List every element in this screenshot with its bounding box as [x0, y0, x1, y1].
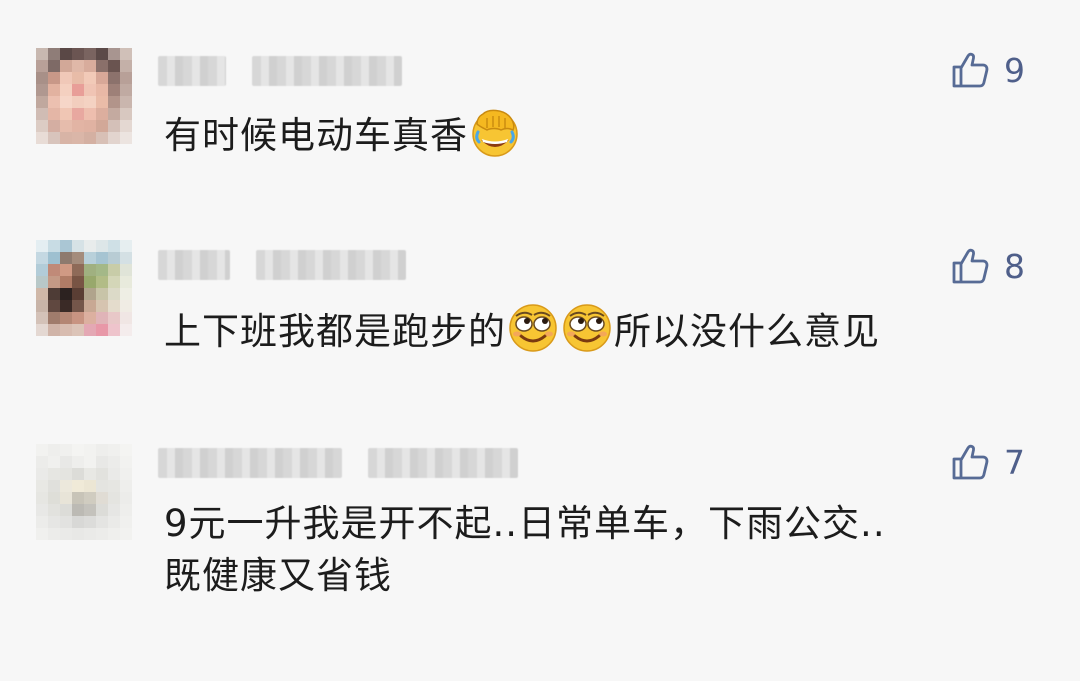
author-name-redacted[interactable] — [158, 446, 518, 480]
nickname-blur — [158, 56, 226, 86]
comment-text-line: 9元一升我是开不起..日常单车，下雨公交.. — [164, 502, 886, 545]
nickname-blur — [158, 448, 342, 478]
nickname-blur — [158, 250, 230, 280]
location-blur — [368, 448, 518, 478]
author-name-redacted[interactable] — [158, 54, 402, 88]
avatar[interactable] — [36, 240, 132, 336]
comment-text: 9元一升我是开不起..日常单车，下雨公交.. 既健康又省钱 — [164, 498, 1034, 602]
like-count: 8 — [1004, 246, 1025, 286]
comment-text-segment: 所以没什么意见 — [614, 310, 880, 353]
comment-text-segment: 有时候电动车真香 — [164, 114, 468, 157]
comment-text: 有时候电动车真香 — [164, 106, 1034, 162]
like-button[interactable]: 9 — [950, 48, 1025, 92]
avatar[interactable] — [36, 48, 132, 144]
smug-grin-emoji-icon — [561, 302, 613, 354]
like-button[interactable]: 7 — [950, 440, 1025, 484]
like-count: 9 — [1004, 50, 1025, 90]
location-blur — [256, 250, 406, 280]
location-blur — [252, 56, 402, 86]
comment-text-line: 既健康又省钱 — [164, 554, 392, 597]
author-name-redacted[interactable] — [158, 248, 406, 282]
facepalm-laugh-emoji-icon — [469, 106, 521, 158]
thumbs-up-icon — [950, 50, 990, 90]
smug-grin-emoji-icon — [507, 302, 559, 354]
avatar[interactable] — [36, 444, 132, 540]
comment-text-segment: 上下班我都是跑步的 — [164, 310, 506, 353]
comment-text: 上下班我都是跑步的 所以没什么意见 — [164, 302, 1034, 358]
thumbs-up-icon — [950, 442, 990, 482]
like-button[interactable]: 8 — [950, 244, 1025, 288]
like-count: 7 — [1004, 442, 1025, 482]
thumbs-up-icon — [950, 246, 990, 286]
